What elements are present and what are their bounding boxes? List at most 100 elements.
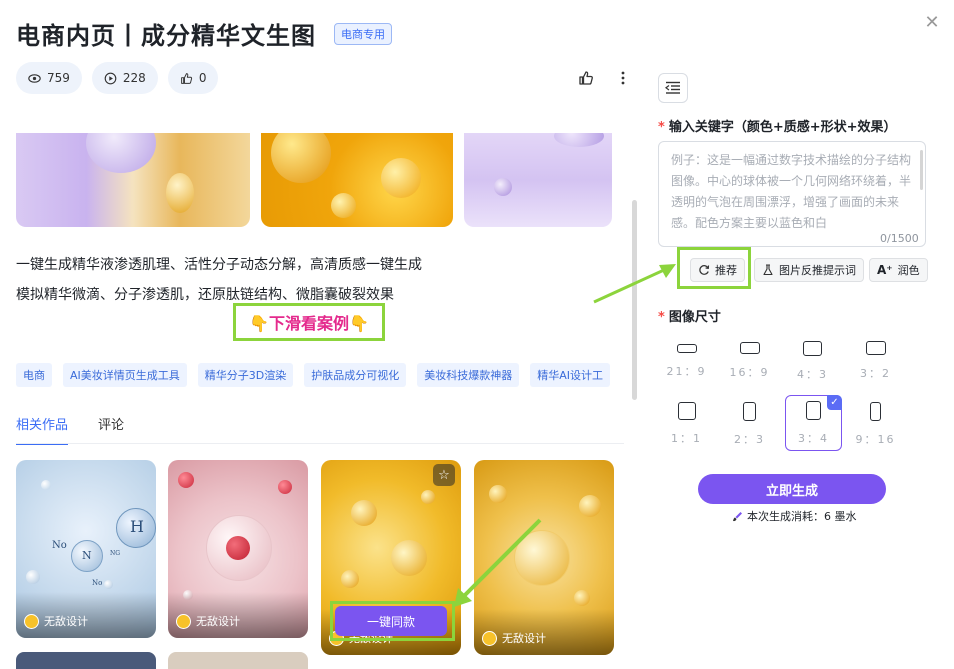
card-author: 无敌设计 [482, 630, 546, 646]
ratio-shape-icon [676, 343, 697, 353]
tag[interactable]: AI美妆详情页生成工具 [63, 363, 187, 387]
generate-button[interactable]: 立即生成 [698, 474, 886, 504]
ratio-shape-icon [677, 402, 696, 420]
generate-panel: ✕ * 输入关键字（颜色+质感+形状+效果） 例子：这是一幅通过数字技术描绘的分子… [640, 0, 954, 669]
use-same-button[interactable]: 一键同款 [335, 606, 447, 636]
page-title: 电商内页丨成分精华文生图 [16, 22, 316, 50]
highlight-frame [677, 247, 751, 289]
ratio-label: 9：16 [855, 432, 896, 446]
ratio-option-21-9[interactable]: 21：9 [658, 333, 715, 389]
ratio-option-9-16[interactable]: 9：16 [847, 396, 904, 452]
likes-count: 0 [198, 71, 207, 85]
size-label-text: 图像尺寸 [668, 310, 721, 325]
tag[interactable]: 美妆科技爆款神器 [417, 363, 520, 387]
required-mark: * [658, 120, 665, 135]
collapse-panel-button[interactable] [658, 73, 688, 103]
molecule-label-n: N [82, 549, 92, 562]
more-vertical-icon [621, 71, 625, 85]
avatar [176, 613, 191, 629]
tab-related-works[interactable]: 相关作品 [16, 414, 69, 445]
play-icon [104, 72, 117, 84]
ratio-label: 4：3 [797, 367, 828, 381]
tag[interactable]: 精华分子3D渲染 [197, 363, 294, 387]
avatar [24, 613, 39, 629]
author-name: 无敌设计 [502, 632, 546, 645]
stats-bar: 759 228 0 [16, 62, 219, 94]
keyword-label: * 输入关键字（颜色+质感+形状+效果） [658, 116, 897, 135]
like-button[interactable] [576, 68, 596, 88]
ratio-shape-icon [865, 341, 886, 355]
close-icon[interactable]: ✕ [923, 14, 941, 32]
ratio-shape-icon [743, 401, 756, 421]
more-menu-button[interactable] [613, 68, 633, 88]
tab-bar: 相关作品 评论 [16, 414, 124, 445]
eye-icon [28, 73, 41, 83]
hero-image-3 [464, 133, 612, 227]
tab-divider [16, 443, 624, 444]
tag[interactable]: 电商 [16, 363, 52, 387]
tag[interactable]: 护肤品成分可视化 [304, 363, 407, 387]
ink-brush-icon [733, 511, 742, 521]
template-description: 一键生成精华液渗透肌理、活性分子动态分解，高清质感一键生成 模拟精华微滴、分子渗… [16, 250, 422, 310]
tag-list: 电商 AI美妆详情页生成工具 精华分子3D渲染 护肤品成分可视化 美妆科技爆款神… [16, 363, 611, 387]
tag[interactable]: 精华AI设计工 [530, 363, 611, 387]
ratio-label: 21：9 [666, 364, 707, 378]
card-author: 无敌设计 [176, 613, 240, 629]
ratio-shape-icon [739, 342, 760, 354]
reverse-prompt-button[interactable]: 图片反推提示词 [754, 258, 864, 282]
reverse-prompt-label: 图片反推提示词 [779, 264, 856, 277]
ratio-shape-icon [870, 401, 881, 421]
views-count: 759 [47, 71, 70, 85]
template-detail: 电商内页丨成分精华文生图 电商专用 759 228 0 一键生成精华液渗透肌理、… [0, 0, 640, 669]
tab-comments[interactable]: 评论 [98, 414, 124, 445]
ratio-shape-icon [806, 400, 821, 420]
collapse-menu-icon [665, 81, 680, 94]
uses-stat: 228 [91, 62, 158, 94]
hero-image-2 [261, 133, 453, 227]
ratio-option-3-2[interactable]: 3：2 [847, 333, 904, 389]
thumbs-up-icon [180, 72, 192, 84]
cost-text: 本次生成消耗：6 墨水 [747, 510, 857, 523]
molecule-label-ng: NG [110, 550, 121, 557]
required-mark: * [658, 310, 665, 325]
molecule-label-h: H [130, 517, 144, 536]
textarea-scrollbar[interactable] [920, 150, 923, 190]
ratio-label: 16：9 [729, 366, 770, 379]
cost-note: 本次生成消耗：6 墨水 [732, 508, 857, 524]
thumbs-up-icon [579, 71, 593, 85]
char-counter: 0/1500 [880, 232, 919, 245]
work-card[interactable]: 无敌设计 [168, 460, 308, 638]
ratio-label: 3：4 [798, 431, 829, 445]
polish-label: 润色 [897, 264, 920, 277]
text-style-icon: A⁺ [877, 263, 893, 277]
likes-stat[interactable]: 0 [167, 62, 219, 94]
ratio-shape-icon [803, 340, 822, 356]
ratio-label: 2：3 [734, 432, 765, 446]
work-card-next[interactable] [16, 652, 156, 669]
title-row: 电商内页丨成分精华文生图 电商专用 [16, 16, 392, 51]
polish-button[interactable]: A⁺ 润色 [869, 258, 928, 282]
selected-check-icon: ✓ [827, 395, 842, 410]
work-card[interactable]: 无敌设计 [474, 460, 614, 655]
work-card-next[interactable] [168, 652, 308, 669]
ecommerce-badge: 电商专用 [334, 22, 392, 45]
uses-count: 228 [122, 71, 146, 85]
avatar [482, 630, 497, 646]
molecule-label-no-2: No [92, 579, 103, 587]
ratio-option-4-3[interactable]: 4：3 [784, 333, 841, 389]
flask-icon [763, 264, 773, 276]
favorite-star-icon[interactable]: ☆ [433, 464, 455, 486]
ratio-label: 3：2 [860, 367, 891, 380]
ratio-option-3-4[interactable]: 3：4 ✓ [785, 395, 842, 451]
work-card[interactable]: H N No No NG 无敌设计 [16, 460, 156, 638]
ratio-option-2-3[interactable]: 2：3 [721, 396, 778, 452]
ratio-option-1-1[interactable]: 1：1 [658, 396, 715, 452]
molecule-label-no-1: No [52, 540, 67, 551]
scroll-hint: 👇下滑看案例👇 [233, 303, 385, 341]
author-name: 无敌设计 [44, 615, 88, 628]
author-name: 无敌设计 [196, 615, 240, 628]
scrollbar[interactable] [632, 200, 637, 400]
size-label: * 图像尺寸 [658, 306, 721, 325]
description-line-1: 一键生成精华液渗透肌理、活性分子动态分解，高清质感一键生成 [16, 257, 422, 273]
ratio-option-16-9[interactable]: 16：9 [721, 333, 778, 389]
